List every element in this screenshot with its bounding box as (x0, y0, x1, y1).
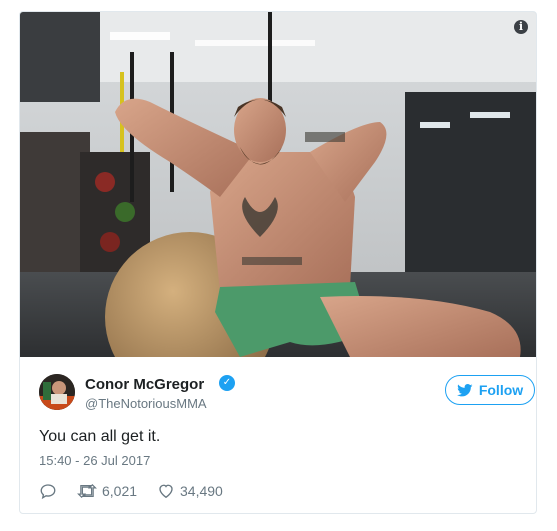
gym-photo (20, 12, 536, 357)
avatar[interactable] (39, 374, 75, 410)
reply-button[interactable] (39, 482, 57, 500)
twitter-bird-icon (456, 383, 473, 396)
reply-icon (40, 484, 56, 500)
retweet-icon (77, 483, 97, 499)
tweet-actions: 6,021 34,490 (39, 482, 339, 502)
follow-label: Follow (478, 382, 524, 398)
author-name[interactable]: Conor McGregor (85, 376, 204, 393)
like-button[interactable]: 34,490 (157, 482, 223, 499)
heart-icon (159, 484, 173, 499)
tweet-card: i Conor McGregor ✓ @TheNotoriousMMA Foll… (19, 11, 537, 514)
avatar-photo (39, 374, 75, 410)
info-icon[interactable]: i (514, 20, 528, 34)
follow-button[interactable]: Follow (445, 375, 535, 405)
tweet-text: You can all get it. (39, 428, 161, 445)
retweet-count: 6,021 (102, 483, 138, 499)
tweet-author: Conor McGregor ✓ @TheNotoriousMMA Follow (39, 374, 535, 411)
like-count: 34,490 (180, 482, 223, 499)
tweet-timestamp[interactable]: 15:40 - 26 Jul 2017 (39, 453, 150, 468)
retweet-button[interactable]: 6,021 (77, 482, 137, 500)
tweet-media-photo[interactable]: i (20, 12, 536, 357)
verified-badge-icon: ✓ (219, 375, 235, 391)
author-handle[interactable]: @TheNotoriousMMA (85, 396, 207, 411)
